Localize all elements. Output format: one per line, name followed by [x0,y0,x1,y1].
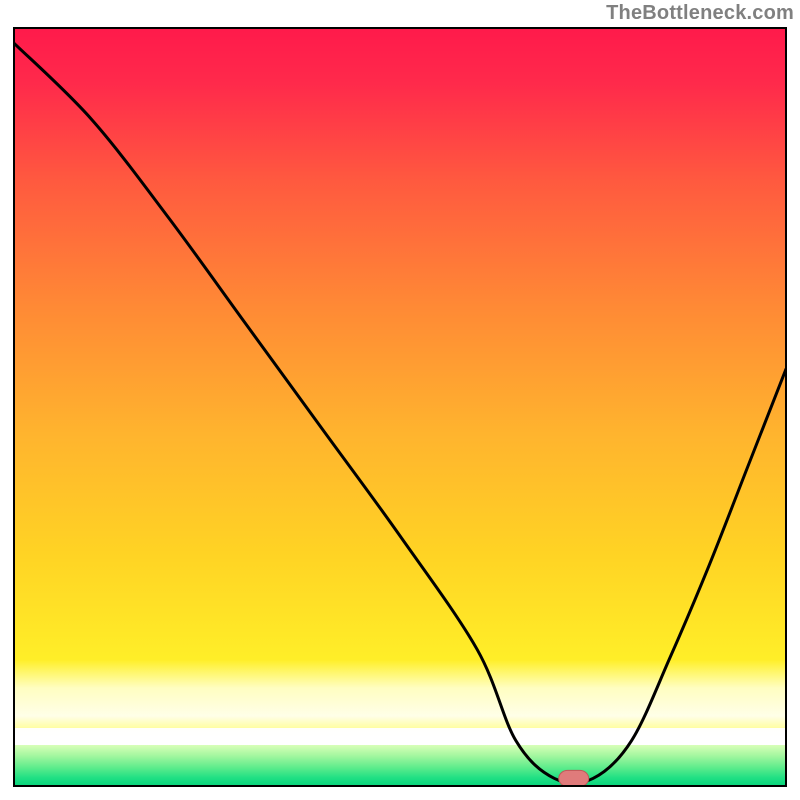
watermark-label: TheBottleneck.com [606,2,794,25]
plot-background [14,28,786,786]
bottleneck-chart [0,0,800,800]
optimum-marker [559,770,589,786]
chart-stage: TheBottleneck.com [0,0,800,800]
